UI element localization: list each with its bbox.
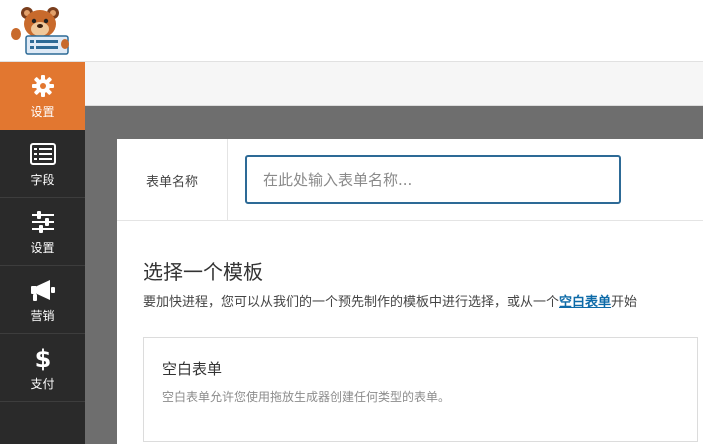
form-name-input[interactable]: [245, 155, 621, 204]
top-bar: [0, 0, 703, 62]
svg-text:$: $: [34, 345, 51, 371]
gear-icon: [30, 73, 56, 99]
sidebar-item-label: 字段: [30, 172, 55, 187]
megaphone-icon: [30, 277, 56, 303]
sidebar-item-label: 设置: [30, 104, 55, 119]
setup-panel: 表单名称 选择一个模板 要加快进程，您可以从我们的一个预先制作的模板中进行选择，…: [117, 139, 703, 444]
sidebar-item-label: 营销: [30, 308, 55, 323]
template-section-title: 选择一个模板: [143, 260, 263, 284]
sidebar-item-setup[interactable]: 设置: [0, 62, 85, 130]
template-card-description: 空白表单允许您使用拖放生成器创建任何类型的表单。: [162, 390, 451, 404]
fields-list-icon: [29, 141, 56, 167]
description-text-end: 开始: [611, 295, 638, 310]
template-section-description: 要加快进程，您可以从我们的一个预先制作的模板中进行选择，或从一个空白表单开始: [143, 291, 637, 310]
sidebar-item-label: 设置: [30, 240, 55, 255]
builder-sidebar: 设置 字段 设置 营销 $ 支付: [0, 62, 85, 444]
blank-form-link[interactable]: 空白表单: [559, 295, 611, 310]
dollar-icon: $: [30, 345, 56, 371]
bear-mascot-logo-icon: [11, 7, 69, 55]
sidebar-item-payments[interactable]: $ 支付: [0, 334, 85, 402]
sidebar-item-label: 支付: [30, 376, 55, 391]
description-text: 要加快进程，您可以从我们的一个预先制作的模板中进行选择，或从一个: [143, 295, 560, 310]
builder-toolbar: [85, 62, 703, 106]
sliders-icon: [30, 209, 56, 235]
template-card-title: 空白表单: [162, 360, 223, 378]
form-name-row: 表单名称: [117, 139, 703, 221]
sidebar-item-marketing[interactable]: 营销: [0, 266, 85, 334]
sidebar-item-settings[interactable]: 设置: [0, 198, 85, 266]
template-card-blank[interactable]: 空白表单 空白表单允许您使用拖放生成器创建任何类型的表单。: [143, 337, 698, 442]
sidebar-item-fields[interactable]: 字段: [0, 130, 85, 198]
form-name-label: 表单名称: [117, 139, 228, 221]
